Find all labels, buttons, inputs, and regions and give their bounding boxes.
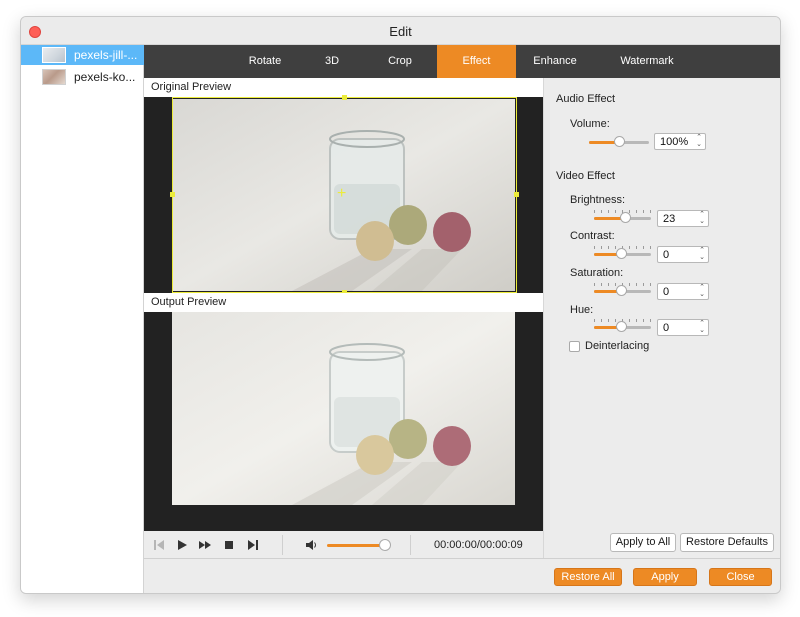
brightness-stepper[interactable]: 23 ⌃ ⌄ [657, 210, 709, 227]
window-title: Edit [389, 24, 412, 39]
file-name: pexels-jill-... [74, 48, 138, 62]
timecode: 00:00:00/00:00:09 [434, 539, 523, 551]
hue-stepper[interactable]: 0 ⌃ ⌄ [657, 319, 709, 336]
edit-window: Edit pexels-jill-... pexels-ko... Rotate… [20, 16, 781, 594]
hue-slider[interactable] [594, 319, 651, 335]
brightness-value: 23 [663, 213, 676, 225]
file-list: pexels-jill-... pexels-ko... [21, 45, 144, 593]
crop-handle-top[interactable] [342, 95, 347, 100]
player-volume-knob[interactable] [379, 539, 391, 551]
file-thumbnail [42, 69, 66, 85]
crop-handle-right[interactable] [514, 192, 519, 197]
effect-settings-panel: Audio Effect Volume: 100% ⌃ ⌄ Video Effec… [543, 78, 780, 558]
stepper-arrows-icon[interactable]: ⌃ ⌄ [698, 320, 706, 334]
stop-icon[interactable] [222, 538, 236, 552]
saturation-slider[interactable] [594, 283, 651, 299]
tab-rotate[interactable]: Rotate [229, 45, 301, 78]
stepper-arrows-icon[interactable]: ⌃ ⌄ [698, 284, 706, 298]
skip-back-icon[interactable] [152, 538, 166, 552]
footer-bar: Restore All Apply Close [144, 558, 780, 593]
hue-label: Hue: [570, 304, 594, 316]
output-preview-label: Output Preview [144, 293, 543, 312]
original-preview: + [144, 95, 543, 295]
brightness-label: Brightness: [570, 194, 626, 206]
fast-forward-icon[interactable] [198, 538, 212, 552]
edit-tab-bar: Rotate 3D Crop Effect Enhance Watermark [144, 45, 780, 78]
crop-handle-left[interactable] [170, 192, 175, 197]
contrast-stepper[interactable]: 0 ⌃ ⌄ [657, 246, 709, 263]
player-controls: 00:00:00/00:00:09 [144, 531, 543, 561]
audio-effect-title: Audio Effect [556, 93, 616, 105]
apply-to-all-button[interactable]: Apply to All [610, 533, 676, 552]
volume-value: 100% [660, 136, 689, 148]
apply-button[interactable]: Apply [633, 568, 697, 586]
close-button[interactable]: Close [709, 568, 772, 586]
tab-effect[interactable]: Effect [437, 45, 516, 78]
volume-stepper[interactable]: 100% ⌃ ⌄ [654, 133, 706, 150]
contrast-slider-knob[interactable] [616, 248, 627, 259]
brightness-slider[interactable] [594, 210, 651, 226]
volume-label: Volume: [570, 118, 610, 130]
contrast-label: Contrast: [570, 230, 615, 242]
saturation-value: 0 [663, 286, 670, 298]
restore-defaults-button[interactable]: Restore Defaults [680, 533, 774, 552]
saturation-label: Saturation: [570, 267, 624, 279]
file-name: pexels-ko... [74, 70, 136, 84]
volume-slider-knob[interactable] [614, 136, 625, 147]
tab-crop[interactable]: Crop [363, 45, 437, 78]
volume-icon[interactable] [304, 538, 318, 552]
volume-slider[interactable] [589, 136, 649, 150]
controls-divider [282, 535, 283, 555]
file-item-1[interactable]: pexels-jill-... [21, 45, 144, 65]
saturation-slider-knob[interactable] [616, 285, 627, 296]
stepper-arrows-icon[interactable]: ⌃ ⌄ [698, 211, 706, 225]
hue-value: 0 [663, 322, 670, 334]
skip-forward-icon[interactable] [246, 538, 260, 552]
title-bar: Edit [21, 17, 780, 45]
file-item-2[interactable]: pexels-ko... [21, 67, 144, 87]
video-effect-title: Video Effect [556, 170, 615, 182]
preview-area: Original Preview + Output Preview [144, 78, 543, 558]
stepper-arrows-icon[interactable]: ⌃ ⌄ [695, 134, 703, 148]
deinterlacing-checkbox[interactable] [569, 341, 580, 352]
contrast-slider[interactable] [594, 246, 651, 262]
saturation-stepper[interactable]: 0 ⌃ ⌄ [657, 283, 709, 300]
controls-divider [410, 535, 411, 555]
stepper-arrows-icon[interactable]: ⌃ ⌄ [698, 247, 706, 261]
restore-all-button[interactable]: Restore All [554, 568, 622, 586]
contrast-value: 0 [663, 249, 670, 261]
deinterlacing-label: Deinterlacing [585, 340, 650, 352]
tab-enhance[interactable]: Enhance [516, 45, 594, 78]
output-video-frame [172, 312, 515, 505]
hue-slider-knob[interactable] [616, 321, 627, 332]
play-icon[interactable] [175, 538, 189, 552]
file-thumbnail [42, 47, 66, 63]
player-volume-slider[interactable] [327, 544, 385, 547]
brightness-slider-knob[interactable] [620, 212, 631, 223]
tab-3d[interactable]: 3D [301, 45, 363, 78]
output-preview [144, 312, 543, 530]
tab-watermark[interactable]: Watermark [594, 45, 700, 78]
crop-center-icon: + [337, 185, 347, 202]
